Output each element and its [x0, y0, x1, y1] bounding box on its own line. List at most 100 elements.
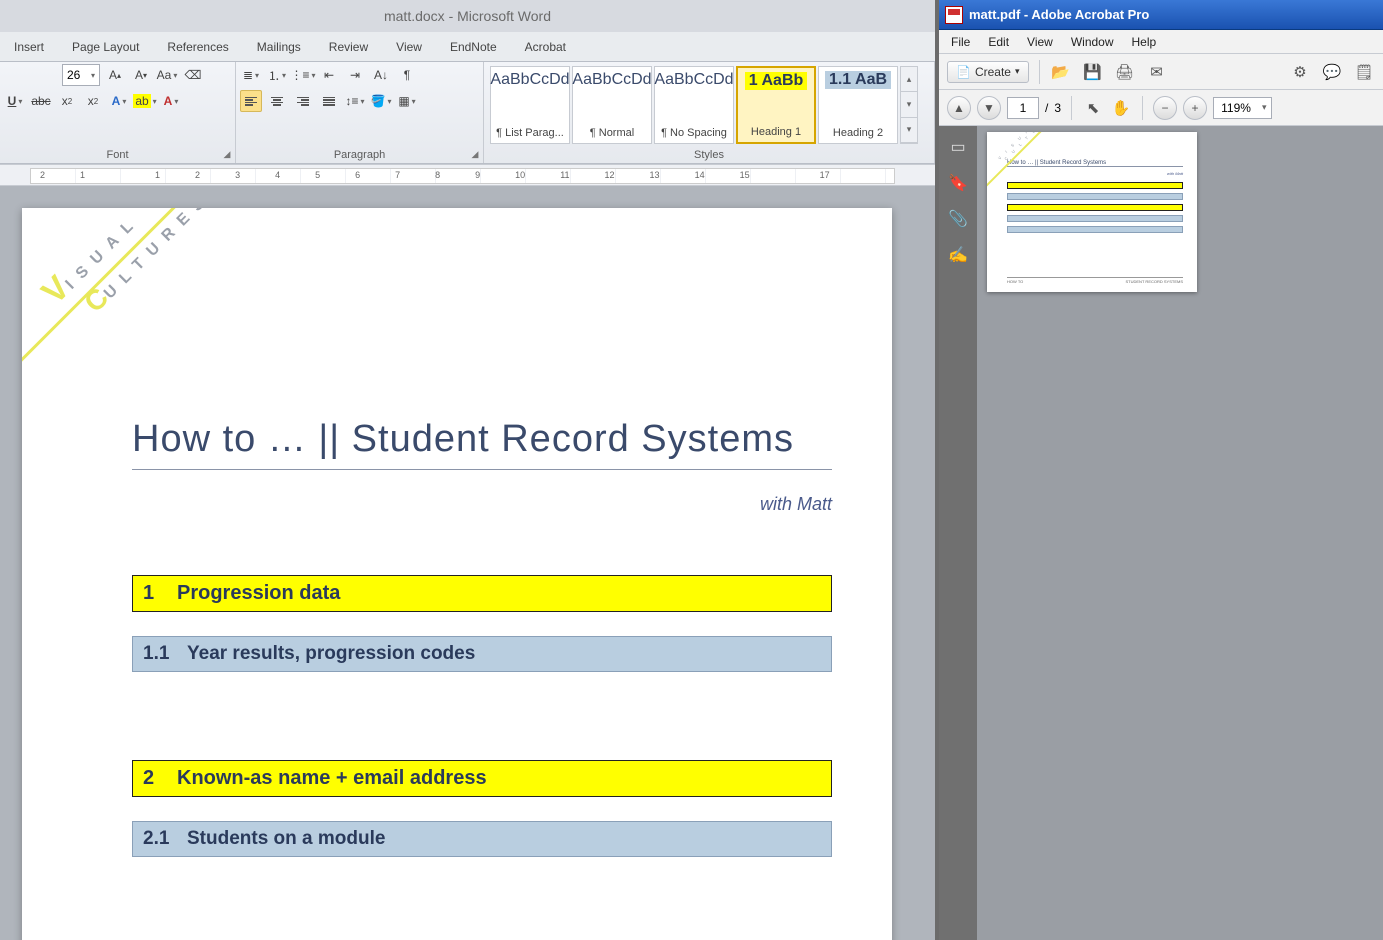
sort-button[interactable]: A↓: [370, 64, 392, 86]
heading-2[interactable]: 2Known-as name + email address: [132, 760, 832, 797]
font-color-button[interactable]: A: [160, 90, 182, 112]
open-button[interactable]: 📂: [1050, 61, 1072, 83]
tab-endnote[interactable]: EndNote: [436, 34, 511, 60]
heading-2-1[interactable]: 2.1Students on a module: [132, 821, 832, 857]
title-rule: [132, 469, 832, 470]
heading-1[interactable]: 1Progression data: [132, 575, 832, 612]
share-button[interactable]: 🗒: [1353, 61, 1375, 83]
font-dialog-launcher[interactable]: ◢: [221, 149, 233, 161]
signatures-button[interactable]: ✍: [947, 244, 969, 266]
tab-insert[interactable]: Insert: [0, 34, 58, 60]
numbering-button[interactable]: ⒈: [266, 64, 288, 86]
menu-view[interactable]: View: [1019, 33, 1061, 51]
ribbon-tabs: Insert Page Layout References Mailings R…: [0, 32, 935, 62]
heading-text: Students on a module: [187, 828, 385, 849]
minus-icon: −: [1162, 101, 1169, 115]
thumbnails-button[interactable]: ▭: [947, 136, 969, 158]
signature-icon: ✍: [948, 245, 968, 265]
underline-button[interactable]: U: [4, 90, 26, 112]
comment-button[interactable]: 💬: [1321, 61, 1343, 83]
select-tool-button[interactable]: ⬉: [1082, 97, 1104, 119]
create-button[interactable]: 📄 Create ▾: [947, 61, 1029, 83]
heading-1-1[interactable]: 1.1Year results, progression codes: [132, 636, 832, 672]
change-case-button[interactable]: Aa: [156, 64, 178, 86]
paragraph-dialog-launcher[interactable]: ◢: [469, 149, 481, 161]
clear-formatting-button[interactable]: ⌫: [182, 64, 204, 86]
styles-gallery[interactable]: AaBbCcDd¶ List Parag... AaBbCcDd¶ Normal…: [488, 64, 930, 146]
style-name: ¶ No Spacing: [661, 127, 727, 139]
page-1[interactable]: VISUAL CULTURES How to … || Student Reco…: [22, 208, 892, 940]
save-button[interactable]: 💾: [1082, 61, 1104, 83]
zoom-out-button[interactable]: −: [1153, 96, 1177, 120]
style-name: ¶ List Parag...: [496, 127, 564, 139]
printer-icon: 🖨: [1115, 63, 1134, 81]
style-heading-2[interactable]: 1.1 AaBHeading 2: [818, 66, 898, 144]
strikethrough-button[interactable]: abc: [30, 90, 52, 112]
zoom-input[interactable]: [1214, 101, 1258, 115]
font-size-combo[interactable]: 26: [62, 64, 100, 86]
font-size-value: 26: [67, 68, 80, 82]
zoom-in-button[interactable]: +: [1183, 96, 1207, 120]
settings-button[interactable]: ⚙: [1289, 61, 1311, 83]
tab-acrobat[interactable]: Acrobat: [511, 34, 580, 60]
superscript-button[interactable]: x2: [82, 90, 104, 112]
document-author[interactable]: with Matt: [132, 494, 832, 515]
menu-help[interactable]: Help: [1124, 33, 1165, 51]
increase-indent-button[interactable]: ⇥: [344, 64, 366, 86]
bullets-button[interactable]: ≣: [240, 64, 262, 86]
decrease-indent-button[interactable]: ⇤: [318, 64, 340, 86]
align-center-button[interactable]: [266, 90, 288, 112]
tab-view[interactable]: View: [382, 34, 436, 60]
show-marks-button[interactable]: ¶: [396, 64, 418, 86]
menu-window[interactable]: Window: [1063, 33, 1122, 51]
scroll-down-icon[interactable]: ▾: [901, 92, 917, 117]
tab-page-layout[interactable]: Page Layout: [58, 34, 153, 60]
subscript-button[interactable]: x2: [56, 90, 78, 112]
shading-button[interactable]: 🪣: [370, 90, 392, 112]
menu-file[interactable]: File: [943, 33, 978, 51]
bullets-icon: ≣: [243, 68, 253, 82]
bookmarks-button[interactable]: 🔖: [947, 172, 969, 194]
page-up-button[interactable]: ▲: [947, 96, 971, 120]
text-effects-button[interactable]: A: [108, 90, 130, 112]
style-normal[interactable]: AaBbCcDd¶ Normal: [572, 66, 652, 144]
line-spacing-button[interactable]: ↕≡: [344, 90, 366, 112]
shrink-font-button[interactable]: A▾: [130, 64, 152, 86]
hand-tool-button[interactable]: ✋: [1110, 97, 1132, 119]
style-heading-1[interactable]: 1 AaBbHeading 1: [736, 66, 816, 144]
heading-number: 2: [143, 767, 177, 790]
arrow-up-icon: ▲: [953, 101, 965, 115]
pdf-page-thumbnail[interactable]: V I S U A L C U L T U R E S How to … || …: [987, 132, 1197, 292]
align-right-button[interactable]: [292, 90, 314, 112]
acrobat-titlebar[interactable]: matt.pdf - Adobe Acrobat Pro: [939, 0, 1383, 30]
email-button[interactable]: ✉: [1146, 61, 1168, 83]
styles-scroll[interactable]: ▴▾▾: [900, 66, 918, 144]
page-number-input[interactable]: [1007, 97, 1039, 119]
scroll-up-icon[interactable]: ▴: [901, 67, 917, 92]
print-button[interactable]: 🖨: [1114, 61, 1136, 83]
align-left-button[interactable]: [240, 90, 262, 112]
tab-review[interactable]: Review: [315, 34, 382, 60]
style-list-paragraph[interactable]: AaBbCcDd¶ List Parag...: [490, 66, 570, 144]
mini-h2: [1007, 226, 1183, 233]
justify-icon: [323, 97, 335, 106]
zoom-combo[interactable]: ▾: [1213, 97, 1272, 119]
multilevel-list-button[interactable]: ⋮≡: [292, 64, 314, 86]
acrobat-page-view[interactable]: V I S U A L C U L T U R E S How to … || …: [977, 126, 1383, 940]
document-area[interactable]: VISUAL CULTURES How to … || Student Reco…: [0, 186, 935, 940]
attachments-button[interactable]: 📎: [947, 208, 969, 230]
ribbon-group-paragraph: ≣ ⒈ ⋮≡ ⇤ ⇥ A↓ ¶ ↕≡ 🪣 ▦ Pa: [236, 62, 484, 163]
page-down-button[interactable]: ▼: [977, 96, 1001, 120]
corner-banner: VISUAL CULTURES: [22, 208, 272, 458]
borders-button[interactable]: ▦: [396, 90, 418, 112]
style-no-spacing[interactable]: AaBbCcDd¶ No Spacing: [654, 66, 734, 144]
menu-edit[interactable]: Edit: [980, 33, 1017, 51]
banner-line2: ULTURES: [101, 208, 215, 302]
highlight-button[interactable]: ab: [134, 90, 156, 112]
justify-button[interactable]: [318, 90, 340, 112]
scroll-more-icon[interactable]: ▾: [901, 118, 917, 143]
grow-font-button[interactable]: A▴: [104, 64, 126, 86]
tab-references[interactable]: References: [153, 34, 242, 60]
horizontal-ruler[interactable]: 2112345678910111213141517: [0, 164, 935, 186]
tab-mailings[interactable]: Mailings: [243, 34, 315, 60]
